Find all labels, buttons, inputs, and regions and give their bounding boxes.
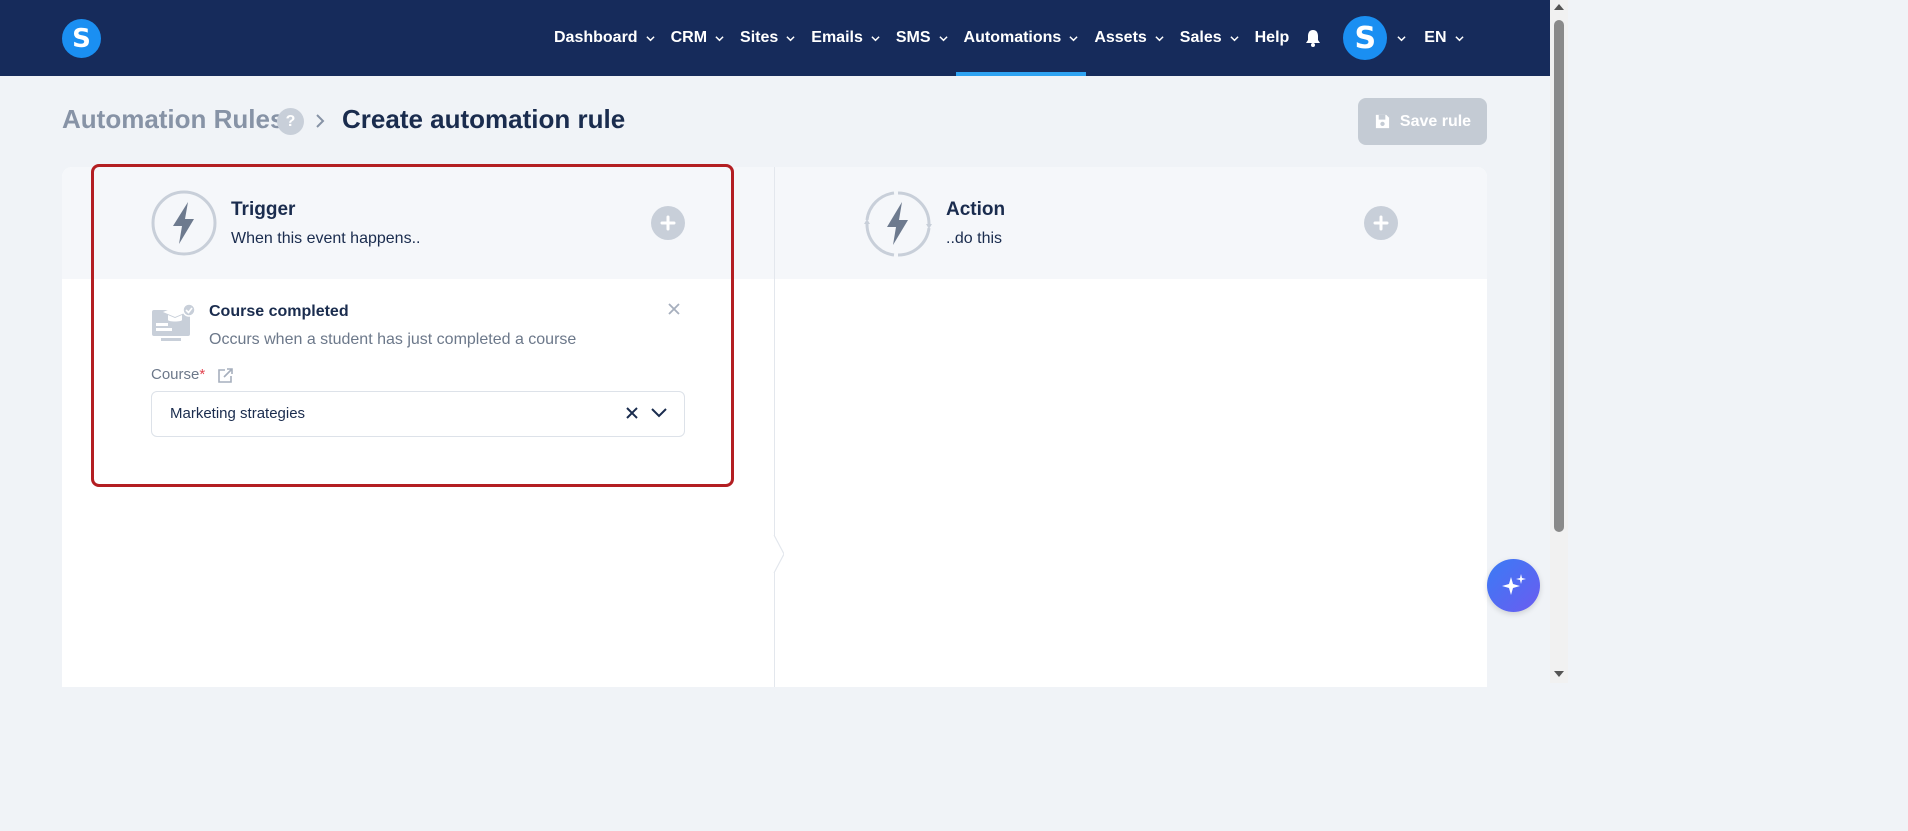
- chevron-down-icon: [1230, 35, 1239, 41]
- chevron-down-icon: [1454, 35, 1464, 41]
- nav-item-label: Help: [1254, 29, 1290, 46]
- nav-item-help[interactable]: Help: [1247, 0, 1298, 76]
- event-description: Occurs when a student has just completed…: [209, 331, 577, 348]
- save-rule-button[interactable]: Save rule: [1358, 98, 1487, 145]
- plus-icon: [1373, 215, 1389, 231]
- nav-item-label: Dashboard: [554, 29, 638, 46]
- help-icon[interactable]: ?: [277, 108, 304, 135]
- course-select[interactable]: Marketing strategies: [151, 391, 685, 437]
- action-lightning-icon: [864, 191, 932, 257]
- chevron-down-icon: [786, 35, 795, 41]
- nav-item-dashboard[interactable]: Dashboard: [546, 0, 663, 76]
- remove-event-button[interactable]: [665, 300, 683, 318]
- scroll-down-arrow-icon[interactable]: [1554, 671, 1564, 677]
- add-action-button[interactable]: [1364, 206, 1398, 240]
- sparkle-icon: [1501, 573, 1526, 595]
- brand-logo[interactable]: S: [62, 19, 101, 58]
- nav-item-sms[interactable]: SMS: [888, 0, 956, 76]
- scroll-up-arrow-icon[interactable]: [1554, 4, 1564, 10]
- avatar-letter: S: [1354, 20, 1377, 56]
- nav-menu: Dashboard CRM Sites Emails SMS Automatio…: [546, 0, 1472, 76]
- trigger-title: Trigger: [231, 199, 296, 220]
- ai-assistant-button[interactable]: [1487, 559, 1540, 612]
- add-trigger-button[interactable]: [651, 206, 685, 240]
- chevron-down-icon[interactable]: [650, 406, 668, 420]
- breadcrumb-automation-rules[interactable]: Automation Rules: [62, 104, 284, 135]
- language-selector[interactable]: EN: [1416, 0, 1471, 76]
- page-title: Create automation rule: [342, 104, 626, 134]
- nav-item-automations[interactable]: Automations: [955, 0, 1087, 76]
- chevron-down-icon: [645, 35, 655, 41]
- close-icon: [668, 303, 680, 315]
- course-label-text: Course: [151, 366, 200, 383]
- floppy-disk-icon: [1375, 114, 1390, 129]
- nav-item-label: Automations: [963, 29, 1062, 46]
- nav-item-label: SMS: [895, 29, 931, 46]
- course-field-label: Course*: [151, 366, 205, 383]
- chevron-right-icon: [316, 114, 325, 128]
- language-label: EN: [1424, 29, 1447, 46]
- chevron-down-icon: [1155, 35, 1164, 41]
- trigger-subtitle: When this event happens..: [231, 230, 421, 247]
- save-rule-label: Save rule: [1399, 112, 1472, 130]
- action-subtitle: ..do this: [946, 230, 1003, 247]
- nav-item-label: Emails: [811, 29, 863, 46]
- scrollbar-thumb[interactable]: [1554, 20, 1564, 532]
- nav-item-label: Sites: [740, 29, 779, 46]
- course-certificate-icon: [152, 303, 196, 341]
- external-link-icon[interactable]: [216, 367, 234, 385]
- chevron-down-icon: [938, 35, 948, 41]
- chevron-down-icon: [1069, 35, 1078, 41]
- event-title: Course completed: [209, 303, 349, 320]
- user-menu[interactable]: S: [1343, 0, 1416, 76]
- action-title: Action: [946, 199, 1006, 220]
- clear-selection-icon[interactable]: [624, 405, 640, 421]
- chevron-down-icon: [1397, 35, 1406, 41]
- nav-item-label: Sales: [1179, 29, 1222, 46]
- chevron-down-icon: [715, 35, 724, 41]
- nav-item-sales[interactable]: Sales: [1172, 0, 1247, 76]
- nav-item-emails[interactable]: Emails: [803, 0, 888, 76]
- avatar[interactable]: S: [1343, 16, 1388, 60]
- nav-item-crm[interactable]: CRM: [663, 0, 732, 76]
- chevron-down-icon: [871, 35, 880, 41]
- lightning-bolt-icon: [151, 190, 217, 256]
- required-mark: *: [199, 366, 206, 383]
- top-navigation-bar: S Dashboard CRM Sites Emails SMS Automat…: [0, 0, 1550, 76]
- bell-icon[interactable]: [1303, 28, 1323, 48]
- nav-item-label: Assets: [1094, 29, 1147, 46]
- nav-item-assets[interactable]: Assets: [1086, 0, 1171, 76]
- plus-icon: [660, 215, 676, 231]
- logo-letter: S: [72, 23, 91, 54]
- help-mark: ?: [285, 112, 296, 130]
- page-scrollbar[interactable]: [1550, 0, 1568, 683]
- divider-arrow: [766, 535, 784, 573]
- nav-item-sites[interactable]: Sites: [732, 0, 803, 76]
- column-divider: [774, 167, 775, 687]
- course-select-value: Marketing strategies: [170, 405, 306, 422]
- nav-item-label: CRM: [670, 29, 708, 46]
